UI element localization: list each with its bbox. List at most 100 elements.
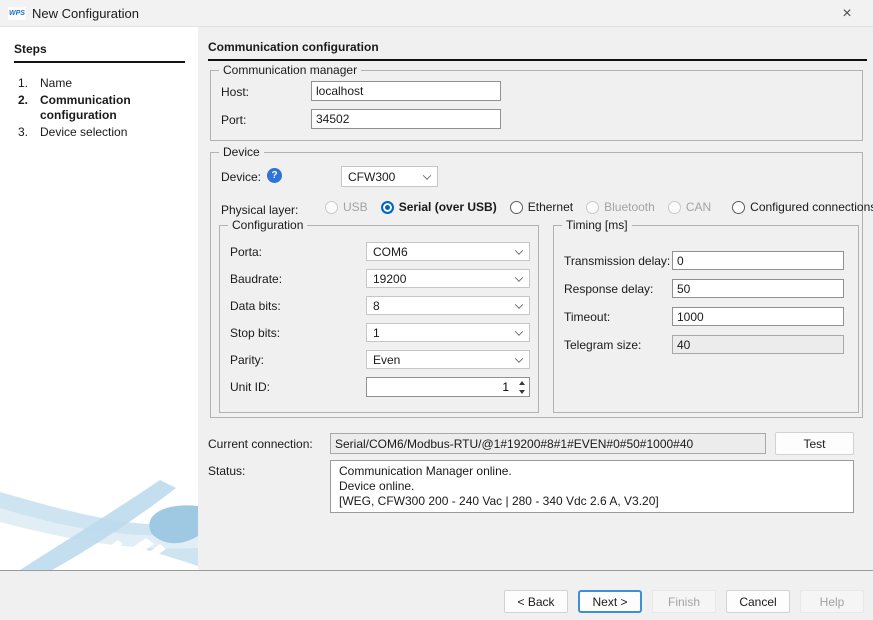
back-button[interactable]: < Back [504, 590, 568, 613]
telegram-size-input [672, 335, 844, 354]
response-delay-label: Response delay: [564, 282, 653, 296]
baudrate-select-value: 19200 [373, 272, 406, 286]
radio-ethernet-label: Ethernet [528, 200, 573, 214]
device-select-value: CFW300 [348, 170, 395, 184]
close-icon[interactable]: × [837, 4, 857, 24]
radio-ethernet[interactable]: Ethernet [510, 200, 573, 214]
host-input[interactable] [311, 81, 501, 101]
timeout-label: Timeout: [564, 310, 610, 324]
radio-serial-icon [381, 201, 394, 214]
unit-id-input[interactable] [367, 378, 529, 396]
cancel-button[interactable]: Cancel [726, 590, 790, 613]
radio-serial-over-usb[interactable]: Serial (over USB) [381, 200, 497, 214]
radio-configured-connections[interactable]: Configured connections [732, 200, 873, 214]
status-line: Communication Manager online. [339, 464, 845, 479]
data-bits-select-value: 8 [373, 299, 380, 313]
help-button: Help [800, 590, 864, 613]
chevron-down-icon [515, 327, 523, 335]
step-item-name: 1. Name [0, 76, 198, 91]
radio-bluetooth-label: Bluetooth [604, 200, 655, 214]
chevron-down-icon [515, 354, 523, 362]
radio-can-label: CAN [686, 200, 711, 214]
physical-layer-radio-group: USB Serial (over USB) Ethernet Bluetooth… [325, 200, 873, 214]
steps-heading: Steps [14, 42, 185, 63]
steps-list: 1. Name 2. Communication configuration 3… [0, 76, 198, 140]
unit-id-label: Unit ID: [230, 380, 270, 394]
wizard-buttons: < Back Next > Finish Cancel Help [504, 590, 864, 613]
current-connection-label: Current connection: [208, 437, 313, 451]
configuration-group: Configuration Porta: COM6 Baudrate: 1920… [219, 225, 539, 413]
baudrate-select[interactable]: 19200 [366, 269, 530, 288]
data-bits-label: Data bits: [230, 299, 281, 313]
radio-bluetooth: Bluetooth [586, 200, 655, 214]
step-label: Communication configuration [40, 93, 190, 123]
swoosh-graphic [0, 478, 198, 570]
timing-legend: Timing [ms] [562, 218, 632, 233]
page-title: Communication configuration [208, 40, 867, 61]
title-bar: WPS New Configuration × [0, 0, 873, 27]
stop-bits-select-value: 1 [373, 326, 380, 340]
radio-configured-connections-icon [732, 201, 745, 214]
transmission-delay-input[interactable] [672, 251, 844, 270]
transmission-delay-label: Transmission delay: [564, 254, 670, 268]
wps-app-icon: WPS [8, 7, 26, 20]
physical-layer-label: Physical layer: [221, 203, 298, 217]
unit-id-spin-buttons [514, 378, 529, 396]
status-line: [WEG, CFW300 200 - 240 Vac | 280 - 340 V… [339, 494, 845, 509]
communication-configuration-panel: Communication configuration Communicatio… [198, 27, 873, 570]
port-label: Port: [221, 113, 246, 127]
host-label: Host: [221, 85, 249, 99]
chevron-down-icon [515, 300, 523, 308]
stop-bits-label: Stop bits: [230, 326, 280, 340]
radio-can: CAN [668, 200, 711, 214]
status-box: Communication Manager online. Device onl… [330, 460, 854, 513]
radio-usb-label: USB [343, 200, 368, 214]
spinner-up-icon[interactable] [514, 378, 529, 387]
parity-select[interactable]: Even [366, 350, 530, 369]
timing-group: Timing [ms] Transmission delay: Response… [553, 225, 859, 413]
telegram-size-label: Telegram size: [564, 338, 641, 352]
communication-manager-legend: Communication manager [219, 63, 361, 78]
port-input[interactable] [311, 109, 501, 129]
chevron-down-icon [515, 246, 523, 254]
chevron-down-icon [515, 273, 523, 281]
radio-configured-connections-label: Configured connections [750, 200, 873, 214]
new-configuration-dialog: WPS New Configuration × Steps 1. Name 2.… [0, 0, 873, 620]
radio-serial-label: Serial (over USB) [399, 200, 497, 214]
test-button[interactable]: Test [775, 432, 854, 455]
radio-can-icon [668, 201, 681, 214]
step-label: Device selection [40, 125, 190, 140]
current-connection-field: Serial/COM6/Modbus-RTU/@1#19200#8#1#EVEN… [330, 433, 766, 454]
unit-id-stepper[interactable] [366, 377, 530, 397]
device-select[interactable]: CFW300 [341, 166, 438, 187]
parity-label: Parity: [230, 353, 264, 367]
step-item-communication-configuration: 2. Communication configuration [0, 93, 198, 123]
timeout-input[interactable] [672, 307, 844, 326]
next-button[interactable]: Next > [578, 590, 642, 613]
data-bits-select[interactable]: 8 [366, 296, 530, 315]
chevron-down-icon [423, 171, 431, 179]
footer-bar: < Back Next > Finish Cancel Help [0, 570, 873, 620]
response-delay-input[interactable] [672, 279, 844, 298]
status-label: Status: [208, 464, 245, 478]
step-label: Name [40, 76, 190, 91]
device-legend: Device [219, 145, 264, 160]
spinner-down-icon[interactable] [514, 387, 529, 396]
window-title: New Configuration [32, 6, 139, 21]
status-line: Device online. [339, 479, 845, 494]
communication-manager-group: Communication manager Host: Port: [210, 70, 863, 141]
radio-usb: USB [325, 200, 368, 214]
porta-label: Porta: [230, 245, 262, 259]
device-label: Device: [221, 170, 261, 184]
porta-select-value: COM6 [373, 245, 408, 259]
porta-select[interactable]: COM6 [366, 242, 530, 261]
radio-ethernet-icon [510, 201, 523, 214]
radio-bluetooth-icon [586, 201, 599, 214]
stop-bits-select[interactable]: 1 [366, 323, 530, 342]
step-number: 3. [18, 125, 40, 140]
help-icon[interactable]: ? [267, 168, 282, 183]
steps-sidebar: Steps 1. Name 2. Communication configura… [0, 27, 198, 570]
finish-button: Finish [652, 590, 716, 613]
device-group: Device Device: ? CFW300 Physical layer: … [210, 152, 863, 418]
step-item-device-selection: 3. Device selection [0, 125, 198, 140]
